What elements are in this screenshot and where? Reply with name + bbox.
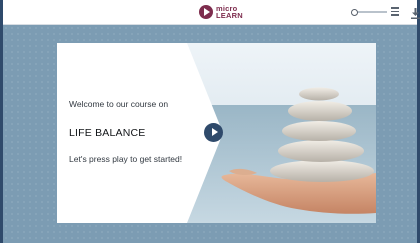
download-icon[interactable]	[411, 6, 420, 19]
play-circle-icon	[199, 5, 213, 19]
slide-text-panel: Welcome to our course on LIFE BALANCE Le…	[57, 43, 376, 223]
hamburger-menu-icon[interactable]	[391, 7, 399, 16]
start-instruction-text: Let's press play to get started!	[69, 154, 183, 164]
course-title: LIFE BALANCE	[69, 127, 146, 139]
player-top-bar: micro LEARN	[3, 0, 420, 25]
welcome-text: Welcome to our course on	[69, 99, 169, 109]
course-slide: Welcome to our course on LIFE BALANCE Le…	[57, 43, 376, 223]
progress-knob[interactable]	[350, 9, 358, 16]
logo-wordmark: micro LEARN	[216, 5, 243, 20]
progress-slider[interactable]	[350, 9, 387, 16]
logo-line-learn: LEARN	[216, 11, 243, 20]
microlearn-logo: micro LEARN	[199, 3, 243, 21]
play-icon[interactable]	[204, 123, 223, 142]
